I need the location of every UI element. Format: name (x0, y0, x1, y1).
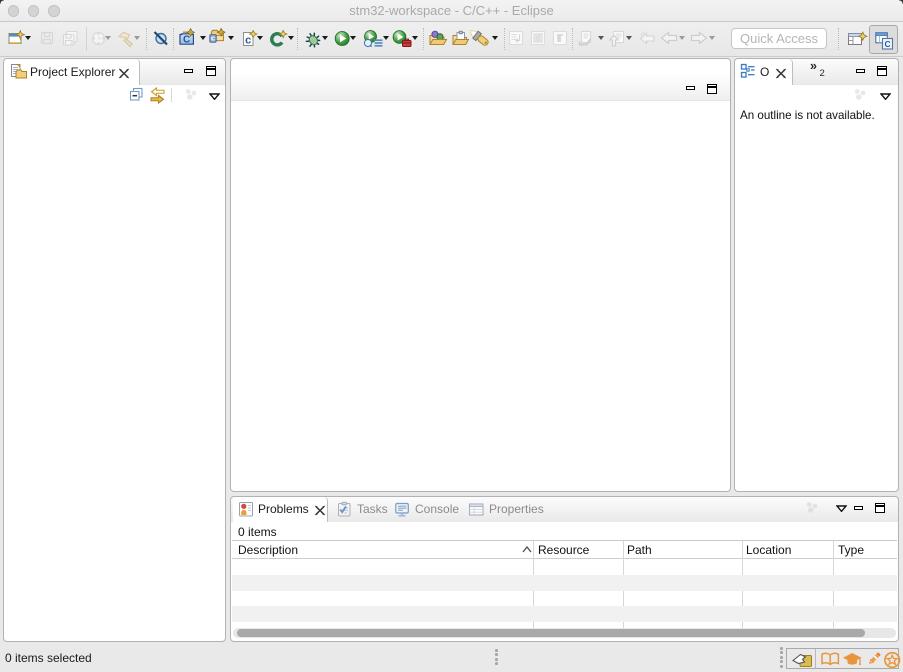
svg-text:C: C (885, 39, 891, 49)
svg-text:c: c (211, 34, 215, 43)
svg-text:c: c (245, 35, 251, 47)
svg-text:C: C (183, 34, 190, 45)
